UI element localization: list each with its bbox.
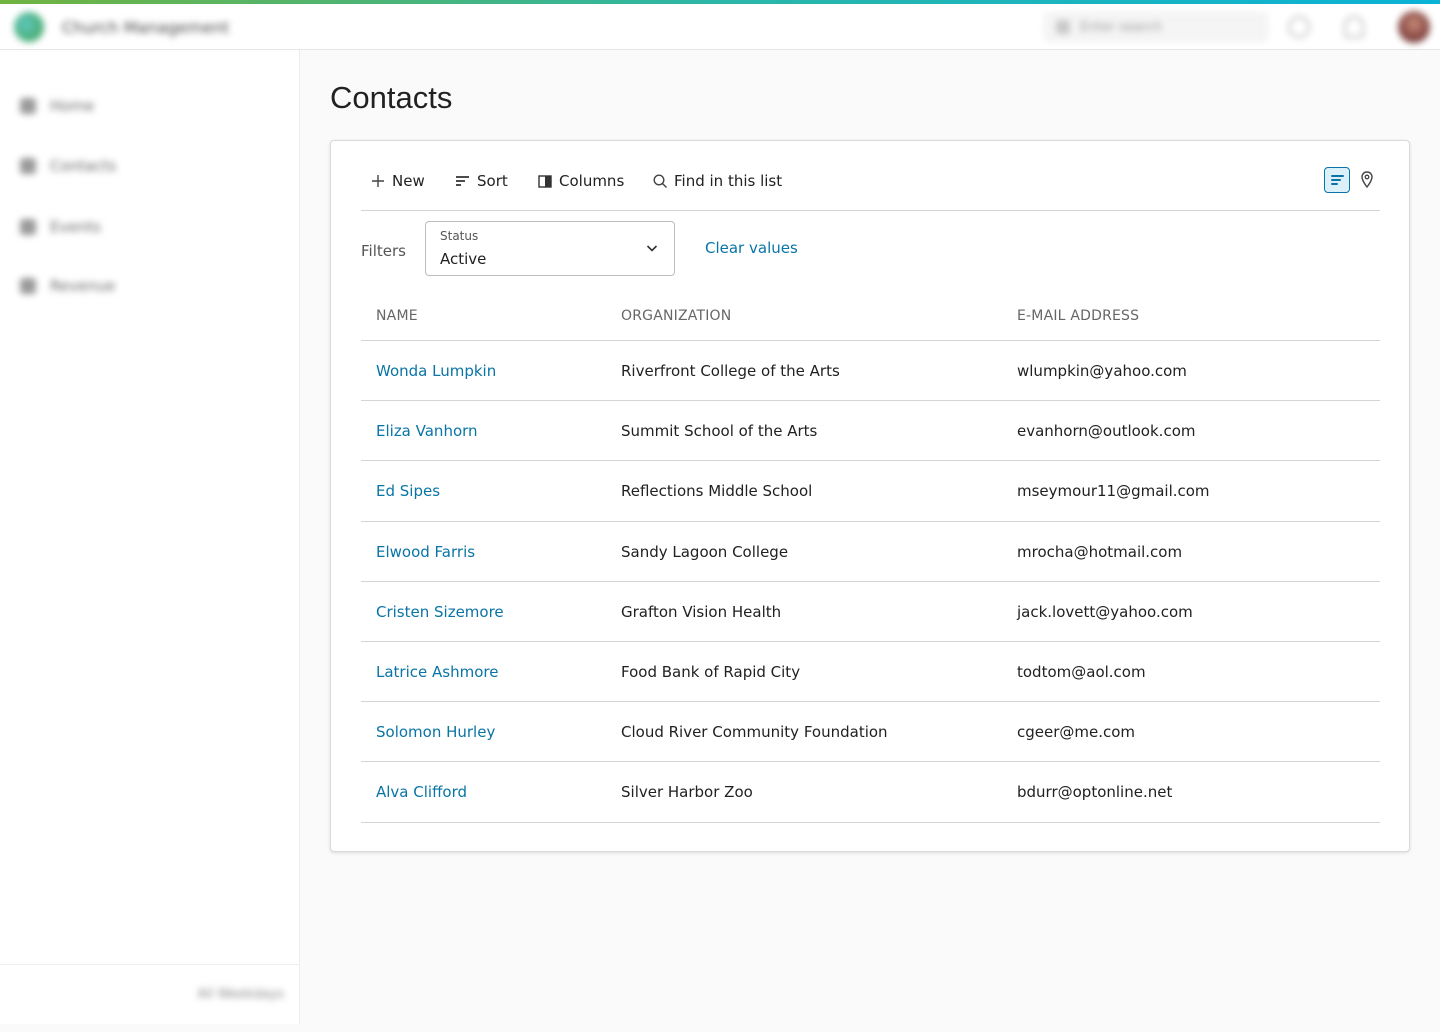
list-view-icon-line [1331,175,1344,177]
sidebar-item-contacts[interactable]: Contacts [20,154,116,178]
map-pin-icon[interactable] [1357,170,1377,190]
search-icon [1056,20,1070,34]
contact-email: wlumpkin@yahoo.com [1017,362,1187,380]
home-icon [20,98,36,114]
help-icon[interactable] [1288,16,1310,38]
contact-name-link[interactable]: Ed Sipes [376,482,440,500]
contact-email: evanhorn@outlook.com [1017,422,1196,441]
clear-values-link[interactable]: Clear values [705,239,798,257]
notification-bell-icon[interactable] [1344,16,1364,38]
sidebar-item-label: Contacts [50,157,117,175]
contact-email: todtom@aol.com [1017,662,1146,681]
contact-name-link[interactable]: Elwood Farris [376,543,475,561]
list-view-toggle[interactable] [1324,167,1350,193]
status-filter-select[interactable]: Status Active [425,221,675,276]
contacts-list-card: New Sort Columns Find in this list Filte… [330,140,1410,852]
table-row: Ed Sipes Reflections Middle School mseym… [361,461,1380,522]
table-row: Wonda Lumpkin Riverfront College of the … [361,341,1380,402]
contact-organization: Food Bank of Rapid City [621,662,801,681]
app-logo[interactable] [14,12,44,42]
global-search-placeholder: Enter search [1080,20,1163,35]
contact-name-link[interactable]: Latrice Ashmore [376,663,498,681]
sidebar-item-revenue[interactable]: Revenue [20,274,115,298]
new-button-label: New [392,172,425,190]
sidebar-item-label: Events [50,218,101,236]
status-filter-value: Active [440,250,487,268]
list-toolbar: New Sort Columns Find in this list [361,161,1380,211]
chevron-down-icon [646,245,658,252]
column-header-organization[interactable]: ORGANIZATION [621,308,731,324]
sidebar: Home Contacts Events Revenue All Weekday… [0,50,300,1024]
columns-icon [538,174,552,188]
list-view-icon-line [1331,183,1338,185]
status-filter-label: Status [440,229,479,243]
top-bar: Church Management Enter search [0,4,1440,50]
find-in-list-label: Find in this list [674,172,783,190]
columns-button-label: Columns [559,172,625,190]
contact-name-link[interactable]: Solomon Hurley [376,723,495,741]
contact-email: bdurr@optonline.net [1017,783,1173,802]
sidebar-item-label: Revenue [50,277,116,295]
filters-bar: Filters Status Active Clear values [361,221,1380,277]
contact-email: mrocha@hotmail.com [1017,542,1183,561]
search-icon [653,173,667,188]
contact-organization: Grafton Vision Health [621,602,782,621]
sidebar-item-events[interactable]: Events [20,215,101,239]
contact-name-link[interactable]: Wonda Lumpkin [376,362,496,380]
contact-name-link[interactable]: Cristen Sizemore [376,603,504,621]
table-row: Alva Clifford Silver Harbor Zoo bdurr@op… [361,762,1380,823]
contact-email: cgeer@me.com [1017,723,1136,742]
column-header-name[interactable]: NAME [376,308,418,324]
table-row: Cristen Sizemore Grafton Vision Health j… [361,582,1380,642]
contact-organization: Cloud River Community Foundation [621,723,888,742]
sidebar-footer-text: All Weekdays [197,987,284,1002]
sort-button-label: Sort [477,172,508,190]
table-row: Solomon Hurley Cloud River Community Fou… [361,702,1380,763]
contact-organization: Silver Harbor Zoo [621,783,753,802]
user-avatar[interactable] [1398,11,1430,43]
contact-organization: Reflections Middle School [621,482,813,501]
table-row: Elwood Farris Sandy Lagoon College mroch… [361,522,1380,582]
plus-icon [372,175,384,187]
contact-email: jack.lovett@yahoo.com [1017,602,1193,621]
app-title[interactable]: Church Management [62,18,229,37]
columns-button[interactable]: Columns [538,169,624,193]
filters-label: Filters [361,242,406,260]
contacts-table: NAME ORGANIZATION E-MAIL ADDRESS Wonda L… [361,291,1380,823]
contact-email: mseymour11@gmail.com [1017,482,1210,501]
global-search-input[interactable]: Enter search [1045,13,1267,41]
contact-name-link[interactable]: Alva Clifford [376,783,467,801]
table-row: Latrice Ashmore Food Bank of Rapid City … [361,642,1380,703]
sidebar-item-label: Home [50,97,95,115]
person-icon [20,158,36,174]
find-in-list-button[interactable]: Find in this list [653,169,782,193]
contact-organization: Riverfront College of the Arts [621,362,840,380]
calendar-icon [20,219,36,235]
new-button[interactable]: New [371,169,425,193]
contact-organization: Sandy Lagoon College [621,542,789,561]
page-title: Contacts [330,80,453,115]
list-view-icon-line [1331,179,1341,181]
table-header: NAME ORGANIZATION E-MAIL ADDRESS [361,291,1380,341]
money-icon [20,278,36,294]
sidebar-item-home[interactable]: Home [20,94,94,118]
table-row: Eliza Vanhorn Summit School of the Arts … [361,401,1380,462]
column-header-email[interactable]: E-MAIL ADDRESS [1017,308,1139,324]
sidebar-footer: All Weekdays [0,964,300,1024]
sort-button[interactable]: Sort [455,169,508,193]
sort-icon [456,176,469,186]
contact-name-link[interactable]: Eliza Vanhorn [376,422,478,440]
contact-organization: Summit School of the Arts [621,422,818,441]
